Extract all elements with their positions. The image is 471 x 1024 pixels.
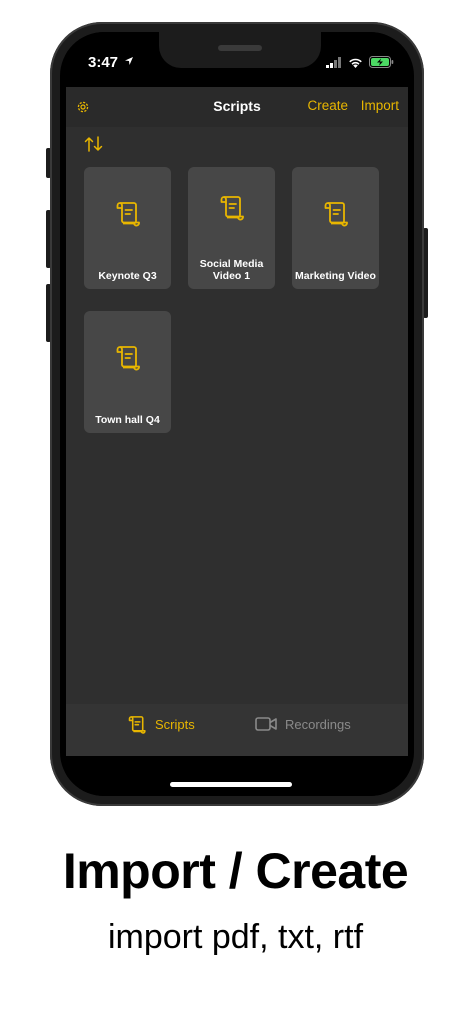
earpiece-speaker — [218, 45, 262, 51]
home-indicator[interactable] — [170, 782, 292, 787]
navigation-bar: Scripts Create Import — [66, 87, 408, 127]
wifi-icon — [349, 58, 362, 68]
script-card[interactable]: Social Media Video 1 — [188, 167, 275, 289]
tab-recordings-label: Recordings — [285, 716, 351, 732]
scripts-grid-area: Keynote Q3 Social Media Video 1 Marketin… — [66, 127, 408, 704]
video-camera-icon — [255, 717, 277, 731]
caption-title: Import / Create — [62, 843, 409, 899]
caption-subtitle: import pdf, txt, rtf — [107, 918, 364, 956]
script-icon — [128, 716, 146, 734]
script-card[interactable]: Marketing Video — [292, 167, 379, 289]
tab-scripts-label: Scripts — [155, 716, 195, 732]
tab-recordings[interactable]: Recordings — [255, 704, 351, 744]
battery-charging-icon — [369, 56, 394, 68]
phone-frame: 3:47 Scripts Create Import Keynote Q3 So… — [50, 22, 424, 806]
notch — [159, 32, 321, 68]
script-title: Town hall Q4 — [95, 414, 160, 426]
script-title: Marketing Video — [295, 270, 376, 282]
tab-bar: Scripts Recordings — [66, 704, 408, 756]
script-card[interactable]: Keynote Q3 — [84, 167, 171, 289]
script-card[interactable]: Town hall Q4 — [84, 311, 171, 433]
tab-scripts[interactable]: Scripts — [127, 704, 195, 744]
script-icon — [324, 202, 348, 227]
script-icon — [116, 202, 140, 227]
phone-screen-bezel: 3:47 Scripts Create Import Keynote Q3 So… — [60, 32, 414, 796]
sort-icon[interactable] — [84, 135, 104, 153]
cellular-signal-icon — [326, 56, 341, 68]
script-title: Social Media Video 1 — [199, 258, 264, 282]
status-icons — [326, 56, 394, 68]
script-title: Keynote Q3 — [98, 270, 157, 282]
import-button[interactable]: Import — [361, 98, 399, 113]
app-screen: 3:47 Scripts Create Import Keynote Q3 So… — [66, 32, 408, 796]
script-icon — [220, 196, 244, 221]
script-icon — [116, 346, 140, 371]
status-time: 3:47 — [88, 54, 119, 71]
location-arrow-icon — [125, 57, 133, 65]
page-title: Scripts — [213, 98, 261, 114]
create-button[interactable]: Create — [307, 98, 348, 113]
